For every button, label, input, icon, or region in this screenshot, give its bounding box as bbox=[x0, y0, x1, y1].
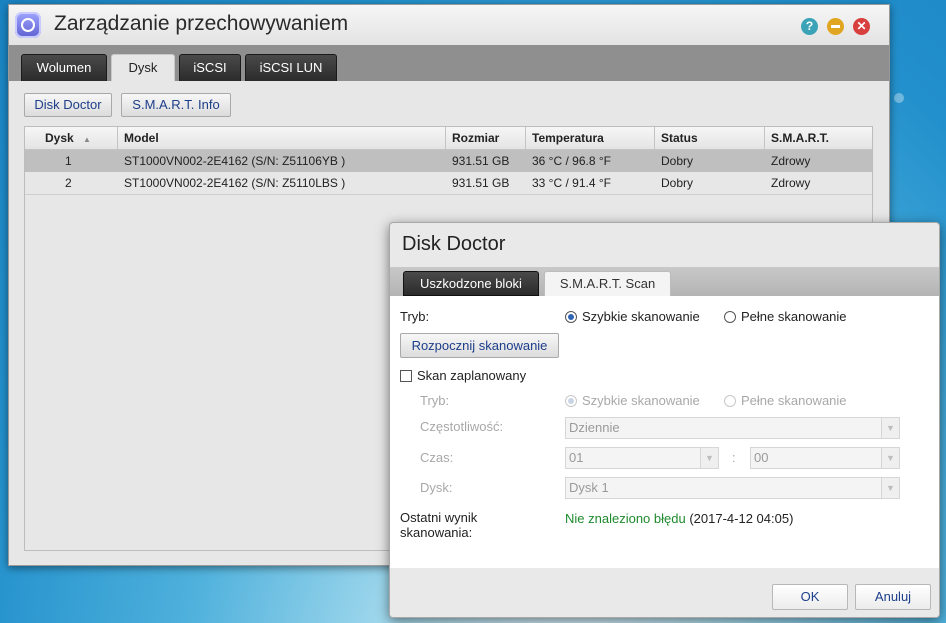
main-tab-bar: Wolumen Dysk iSCSI iSCSI LUN bbox=[9, 45, 889, 81]
table-header: Dysk ▲ Model Rozmiar Temperatura Status … bbox=[25, 127, 872, 150]
storage-app-icon bbox=[15, 12, 41, 38]
chevron-down-icon: ▼ bbox=[881, 418, 899, 438]
tab-bad-blocks[interactable]: Uszkodzone bloki bbox=[403, 271, 539, 296]
radio-quick-scan-label[interactable]: Szybkie skanowanie bbox=[582, 309, 700, 324]
ok-button[interactable]: OK bbox=[772, 584, 848, 610]
smart-info-button[interactable]: S.M.A.R.T. Info bbox=[121, 93, 231, 117]
column-header-temperatura[interactable]: Temperatura bbox=[526, 127, 655, 149]
desktop-glow bbox=[894, 93, 904, 103]
time-separator: : bbox=[732, 450, 736, 465]
sched-radio-full-label: Pełne skanowanie bbox=[741, 393, 847, 408]
cell-model: ST1000VN002-2E4162 (S/N: Z5110LBS ) bbox=[124, 176, 346, 190]
column-header-rozmiar[interactable]: Rozmiar bbox=[446, 127, 526, 149]
column-header-status[interactable]: Status bbox=[655, 127, 765, 149]
radio-full-scan[interactable] bbox=[724, 311, 736, 323]
tab-dysk[interactable]: Dysk bbox=[111, 54, 175, 81]
tab-iscsi[interactable]: iSCSI bbox=[179, 54, 241, 81]
cell-status: Dobry bbox=[661, 176, 694, 190]
minimize-icon bbox=[831, 25, 840, 28]
tab-iscsi-lun[interactable]: iSCSI LUN bbox=[245, 54, 337, 81]
last-result-label-line1: Ostatni wynik bbox=[400, 510, 478, 525]
cell-model: ST1000VN002-2E4162 (S/N: Z51106YB ) bbox=[124, 154, 346, 168]
cell-size: 931.51 GB bbox=[452, 154, 510, 168]
time-label: Czas: bbox=[420, 450, 454, 465]
table-row[interactable]: 1 ST1000VN002-2E4162 (S/N: Z51106YB ) 93… bbox=[25, 150, 872, 172]
hour-select[interactable]: 01 ▼ bbox=[565, 447, 719, 469]
cell-disk: 1 bbox=[65, 154, 72, 168]
dialog-title: Disk Doctor bbox=[402, 233, 506, 255]
radio-full-scan-label[interactable]: Pełne skanowanie bbox=[741, 309, 847, 324]
table-row[interactable]: 2 ST1000VN002-2E4162 (S/N: Z5110LBS ) 93… bbox=[25, 172, 872, 195]
column-header-smart[interactable]: S.M.A.R.T. bbox=[765, 127, 872, 149]
window-title: Zarządzanie przechowywaniem bbox=[54, 12, 349, 35]
chevron-down-icon: ▼ bbox=[881, 478, 899, 498]
sched-radio-quick-label: Szybkie skanowanie bbox=[582, 393, 700, 408]
frequency-select[interactable]: Dziennie ▼ bbox=[565, 417, 900, 439]
close-button[interactable]: ✕ bbox=[853, 18, 870, 35]
result-status: Nie znaleziono błędu bbox=[565, 511, 686, 526]
frequency-label: Częstotliwość: bbox=[420, 419, 504, 434]
sched-mode-label: Tryb: bbox=[420, 393, 450, 408]
disk-label: Dysk: bbox=[420, 480, 453, 495]
sort-asc-icon: ▲ bbox=[83, 135, 91, 144]
result-timestamp: (2017-4-12 04:05) bbox=[689, 511, 794, 526]
cell-status: Dobry bbox=[661, 154, 694, 168]
cell-temperature: 33 °C / 91.4 °F bbox=[532, 176, 611, 190]
column-header-model[interactable]: Model bbox=[118, 127, 446, 149]
dialog-body: Tryb: Szybkie skanowanie Pełne skanowani… bbox=[390, 296, 939, 568]
radio-quick-scan[interactable] bbox=[565, 311, 577, 323]
disk-doctor-dialog: Disk Doctor Uszkodzone bloki S.M.A.R.T. … bbox=[389, 222, 940, 618]
sched-radio-full[interactable] bbox=[724, 395, 736, 407]
dialog-tab-bar: Uszkodzone bloki S.M.A.R.T. Scan bbox=[390, 267, 939, 296]
tab-smart-scan[interactable]: S.M.A.R.T. Scan bbox=[544, 271, 671, 296]
disk-select[interactable]: Dysk 1 ▼ bbox=[565, 477, 900, 499]
minimize-button[interactable] bbox=[827, 18, 844, 35]
cancel-button[interactable]: Anuluj bbox=[855, 584, 931, 610]
window-titlebar[interactable]: Zarządzanie przechowywaniem ? ✕ bbox=[9, 5, 889, 45]
cell-smart: Zdrowy bbox=[771, 176, 811, 190]
cell-disk: 2 bbox=[65, 176, 72, 190]
cell-smart: Zdrowy bbox=[771, 154, 811, 168]
minute-select[interactable]: 00 ▼ bbox=[750, 447, 900, 469]
tab-wolumen[interactable]: Wolumen bbox=[21, 54, 107, 81]
last-result-label-line2: skanowania: bbox=[400, 525, 473, 540]
cell-size: 931.51 GB bbox=[452, 176, 510, 190]
last-result-value: Nie znaleziono błędu (2017-4-12 04:05) bbox=[565, 511, 793, 526]
column-header-dysk[interactable]: Dysk ▲ bbox=[25, 127, 118, 149]
scheduled-scan-checkbox[interactable] bbox=[400, 370, 412, 382]
chevron-down-icon: ▼ bbox=[700, 448, 718, 468]
mode-label: Tryb: bbox=[400, 309, 430, 324]
scheduled-scan-label[interactable]: Skan zaplanowany bbox=[417, 368, 526, 383]
cell-temperature: 36 °C / 96.8 °F bbox=[532, 154, 611, 168]
disk-doctor-button[interactable]: Disk Doctor bbox=[24, 93, 112, 117]
sched-radio-quick[interactable] bbox=[565, 395, 577, 407]
chevron-down-icon: ▼ bbox=[881, 448, 899, 468]
help-button[interactable]: ? bbox=[801, 18, 818, 35]
start-scan-button[interactable]: Rozpocznij skanowanie bbox=[400, 333, 559, 358]
